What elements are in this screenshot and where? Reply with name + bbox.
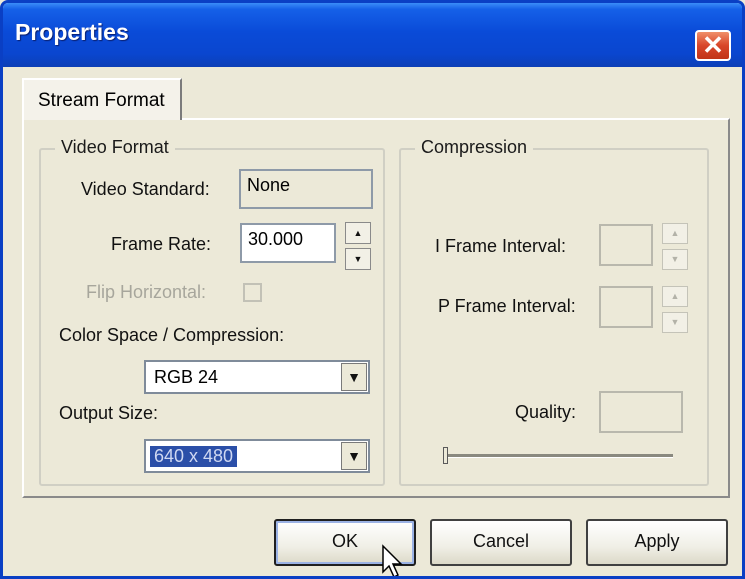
apply-button[interactable]: Apply xyxy=(586,519,728,566)
video-standard-label: Video Standard: xyxy=(81,179,210,199)
i-frame-spin-down[interactable]: ▼ xyxy=(662,249,688,270)
color-space-value: RGB 24 xyxy=(154,367,219,387)
flip-horizontal-label: Flip Horizontal: xyxy=(86,282,207,302)
i-frame-spin-up[interactable]: ▲ xyxy=(662,223,688,244)
tab-label: Stream Format xyxy=(38,90,165,111)
ok-button-label: OK xyxy=(331,531,358,551)
cancel-button[interactable]: Cancel xyxy=(430,519,572,566)
apply-button-label: Apply xyxy=(634,531,680,551)
color-space-select[interactable]: RGB 24 ▼ xyxy=(144,360,370,394)
quality-input[interactable] xyxy=(599,391,683,433)
quality-slider-track[interactable] xyxy=(443,454,673,458)
quality-label: Quality: xyxy=(515,402,577,422)
color-space-dropdown-button[interactable]: ▼ xyxy=(341,363,367,391)
spin-up-icon: ▲ xyxy=(670,291,680,301)
chevron-down-icon: ▼ xyxy=(347,448,361,464)
p-frame-spin-up[interactable]: ▲ xyxy=(662,286,688,307)
spin-up-icon: ▲ xyxy=(353,228,363,238)
output-size-select[interactable]: 640 x 480 ▼ xyxy=(144,439,370,473)
frame-rate-input[interactable]: 30.000 xyxy=(240,223,336,263)
close-icon: ✕ xyxy=(702,30,724,60)
properties-dialog: Properties ✕ Stream Format Video Format … xyxy=(0,0,745,579)
i-frame-interval-label: I Frame Interval: xyxy=(435,236,567,256)
output-size-value: 640 x 480 xyxy=(150,446,238,467)
mouse-pointer-icon xyxy=(382,544,403,576)
output-size-dropdown-button[interactable]: ▼ xyxy=(341,442,367,470)
video-standard-value: None xyxy=(247,175,291,195)
quality-slider-thumb[interactable] xyxy=(443,447,448,464)
spin-down-icon: ▼ xyxy=(670,254,680,264)
p-frame-spin-down[interactable]: ▼ xyxy=(662,312,688,333)
flip-horizontal-checkbox[interactable] xyxy=(243,283,262,302)
chevron-down-icon: ▼ xyxy=(347,369,361,385)
video-format-title: Video Format xyxy=(55,137,175,158)
output-size-label: Output Size: xyxy=(59,403,159,423)
p-frame-interval-input[interactable] xyxy=(599,286,653,328)
spin-up-icon: ▲ xyxy=(670,228,680,238)
spin-down-icon: ▼ xyxy=(670,317,680,327)
p-frame-interval-label: P Frame Interval: xyxy=(438,296,576,316)
cancel-button-label: Cancel xyxy=(472,531,530,551)
compression-title: Compression xyxy=(415,137,534,158)
frame-rate-spin-down[interactable]: ▼ xyxy=(345,248,371,270)
frame-rate-label: Frame Rate: xyxy=(111,234,212,254)
frame-rate-value: 30.000 xyxy=(248,229,304,249)
frame-rate-spin-up[interactable]: ▲ xyxy=(345,222,371,244)
i-frame-interval-input[interactable] xyxy=(599,224,653,266)
tab-stream-format[interactable]: Stream Format xyxy=(22,78,182,120)
title-bar[interactable]: Properties ✕ xyxy=(3,3,742,67)
window-title: Properties xyxy=(15,19,129,45)
video-standard-field: None xyxy=(239,169,373,209)
color-space-label: Color Space / Compression: xyxy=(59,325,285,345)
spin-down-icon: ▼ xyxy=(353,254,363,264)
close-button[interactable]: ✕ xyxy=(695,30,731,61)
